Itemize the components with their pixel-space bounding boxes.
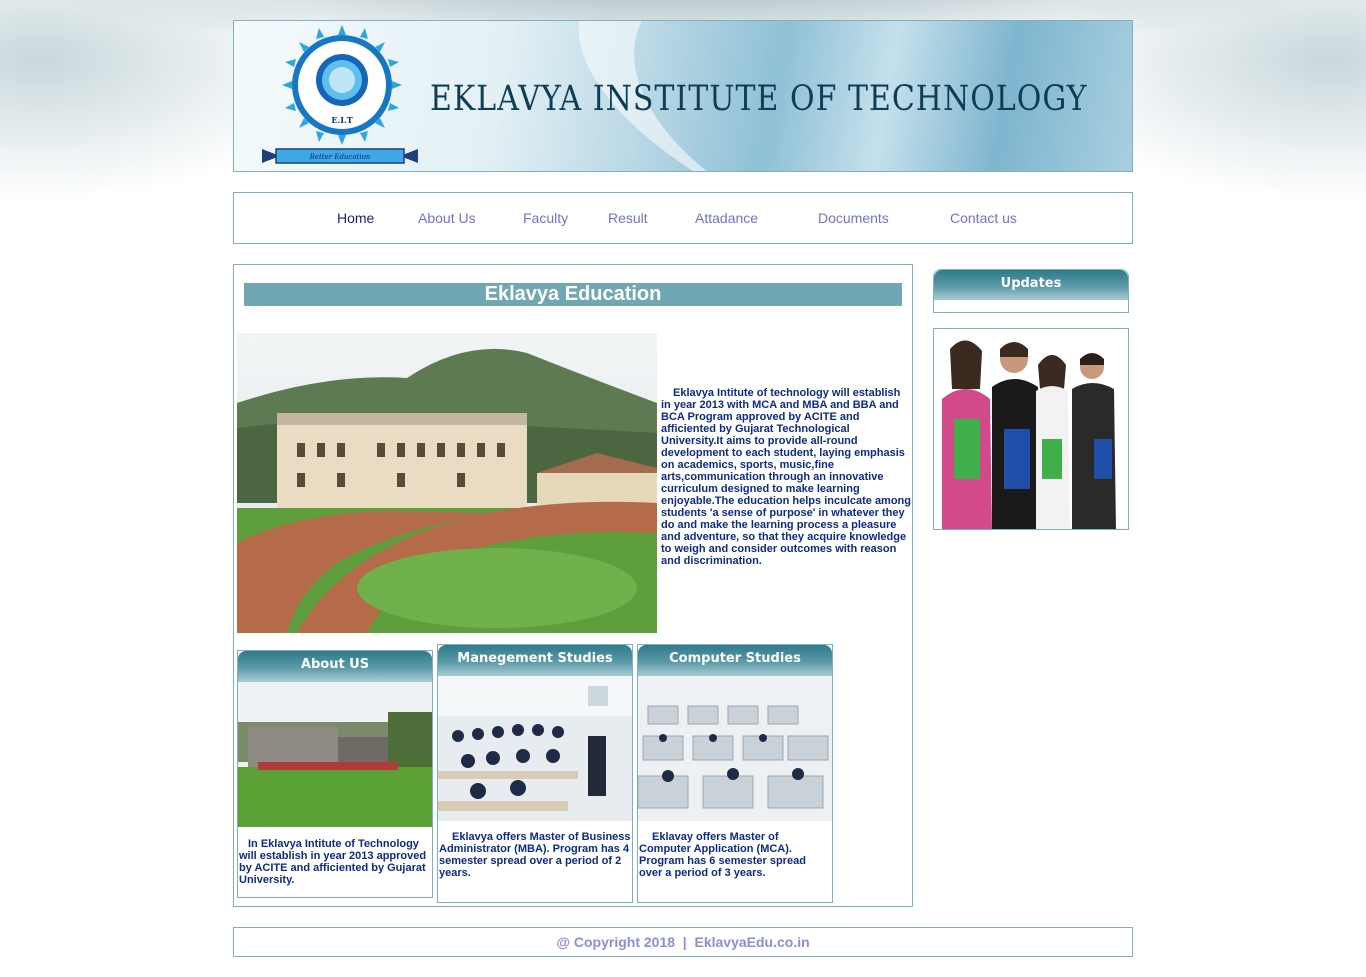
card-about-us-paragraph: In Eklavya Intitute of Technology will e… (239, 838, 427, 886)
nav-result[interactable]: Result (608, 210, 648, 226)
card-about-us-text: In Eklavya Intitute of Technology will e… (238, 827, 432, 886)
site-footer: @ Copyright 2018 | EklavyaEdu.co.in (233, 927, 1133, 957)
nav-faculty[interactable]: Faculty (523, 210, 568, 226)
nav-about-us[interactable]: About Us (418, 210, 476, 226)
card-computer-paragraph: Eklavay offers Master of Computer Applic… (639, 831, 806, 879)
card-computer-title: Computer Studies (638, 645, 832, 676)
students-photo (934, 329, 1128, 529)
intro-text: Eklavya Intitute of technology will esta… (661, 387, 911, 567)
main-nav: Home About Us Faculty Result Attadance D… (233, 192, 1133, 244)
card-computer-studies: Computer Studies Eklavay offers Master o… (637, 644, 833, 903)
about-us-photo (238, 682, 432, 827)
nav-documents[interactable]: Documents (818, 210, 889, 226)
main-title: Eklavya Education (244, 283, 902, 306)
logo-abbrev: E.I.T (331, 115, 352, 125)
institute-logo: E.I.T (282, 25, 402, 145)
card-about-us: About US In Eklavya Intitute of Technolo… (237, 650, 433, 898)
nav-contact-us[interactable]: Contact us (950, 210, 1017, 226)
campus-photo (237, 333, 657, 633)
copyright-text: @ Copyright 2018 | EklavyaEdu.co.in (556, 934, 810, 950)
intro-paragraph: Eklavya Intitute of technology will esta… (661, 387, 911, 567)
card-about-us-title: About US (238, 651, 432, 682)
logo-ribbon-text: Better Education (309, 153, 371, 161)
nav-attadance[interactable]: Attadance (695, 210, 758, 226)
card-management-text: Eklavya offers Master of Business Admini… (438, 821, 632, 879)
site-header: E.I.T Better Education EKLAVYA INSTITUTE… (233, 20, 1133, 172)
nav-home[interactable]: Home (337, 210, 374, 226)
card-management-title: Manegement Studies (438, 645, 632, 676)
card-computer-text: Eklavay offers Master of Computer Applic… (638, 821, 832, 879)
computer-lab-photo (638, 676, 832, 821)
site-title: EKLAVYA INSTITUTE OF TECHNOLOGY (430, 79, 1088, 120)
updates-title: Updates (934, 270, 1128, 300)
main-content: Eklavya Education Eklavya Intitute of te… (233, 264, 913, 907)
students-photo-panel (933, 328, 1129, 530)
logo-ribbon: Better Education (262, 148, 418, 164)
card-management-studies: Manegement Studies Eklavya offers Master… (437, 644, 633, 903)
card-management-paragraph: Eklavya offers Master of Business Admini… (439, 831, 631, 879)
management-class-photo (438, 676, 632, 821)
updates-panel: Updates (933, 269, 1129, 313)
